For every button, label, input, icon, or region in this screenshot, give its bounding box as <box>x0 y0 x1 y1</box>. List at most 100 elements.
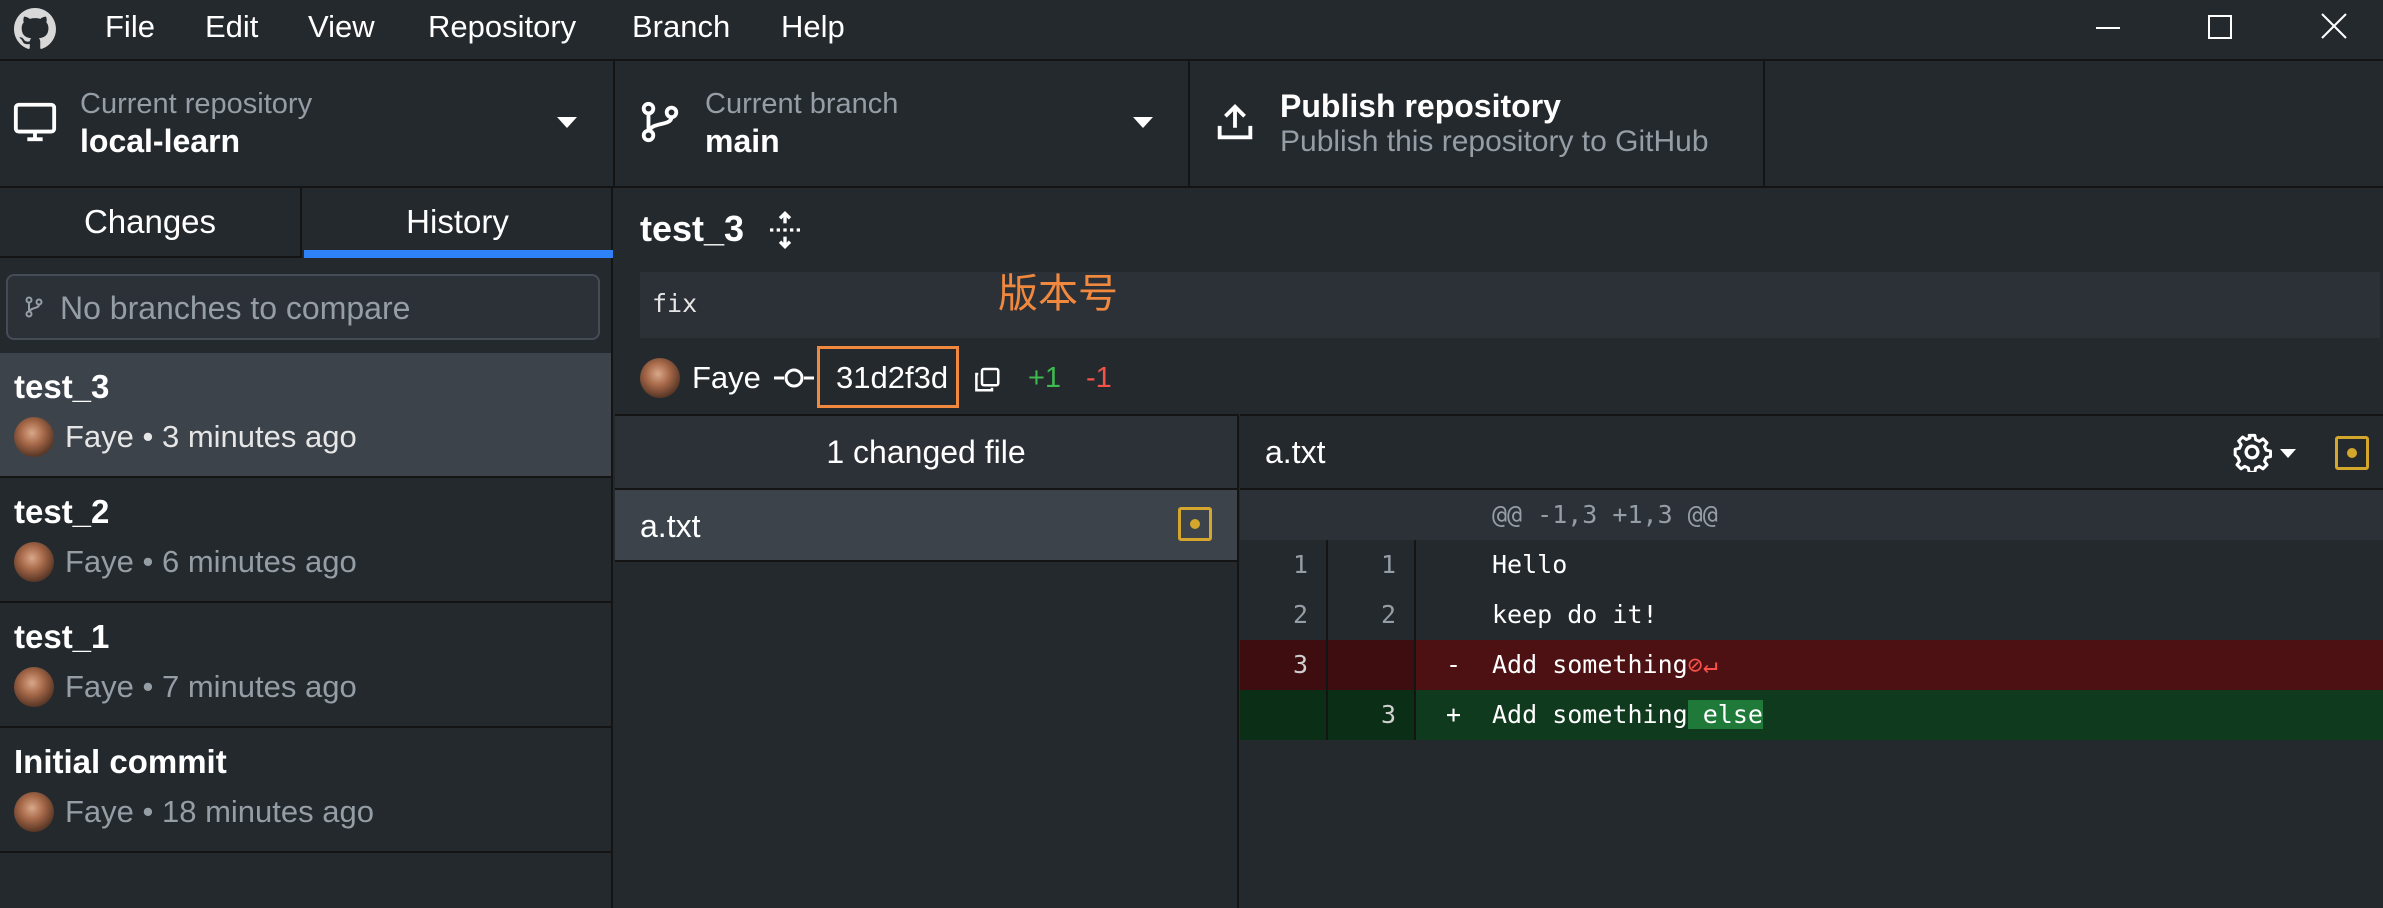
diff-file-name: a.txt <box>1265 434 1326 470</box>
diff-hunk-header: @@ -1,3 +1,3 @@ <box>1240 490 2383 540</box>
commit-sha[interactable]: 31d2f3d <box>836 356 948 400</box>
commit-title: test_2 <box>14 493 110 530</box>
branch-icon <box>637 99 683 145</box>
new-line-number: 1 <box>1328 540 1416 590</box>
additions-count: +1 <box>1028 362 1062 394</box>
branch-label: Current branch <box>705 88 899 120</box>
publish-title: Publish repository <box>1280 88 1561 124</box>
upload-icon <box>1212 99 1258 145</box>
menu-help[interactable]: Help <box>781 8 845 46</box>
old-line-number <box>1240 690 1328 740</box>
commit-meta: Faye • 7 minutes ago <box>65 669 357 704</box>
commit-list-item[interactable]: test_2 Faye • 6 minutes ago <box>0 478 611 603</box>
commit-list-item[interactable]: test_3 Faye • 3 minutes ago <box>0 353 611 478</box>
commit-body-text: fix <box>652 289 698 318</box>
diff-code-text: Add something <box>1492 700 1688 729</box>
computer-icon <box>12 99 58 145</box>
minimize-button[interactable] <box>2088 8 2128 48</box>
repository-label: Current repository <box>80 88 313 120</box>
commit-details: test_3 fix 版本号 Faye 31d2f3d +1 -1 1 chan… <box>615 188 2383 908</box>
maximize-icon <box>2208 15 2232 39</box>
compare-placeholder: No branches to compare <box>60 290 411 326</box>
menu-repository[interactable]: Repository <box>428 8 576 46</box>
page-title: test_3 <box>640 208 745 249</box>
old-line-number: 3 <box>1240 640 1328 690</box>
deletions-count: -1 <box>1086 362 1112 394</box>
old-line-number <box>1240 490 1328 540</box>
menu-view[interactable]: View <box>308 8 375 46</box>
chevron-down-icon[interactable] <box>2280 449 2296 458</box>
diff-added-highlight: else <box>1687 700 1763 729</box>
diff-line: 2 2 keep do it! <box>1240 590 2383 640</box>
expand-icon[interactable] <box>765 210 805 250</box>
avatar <box>640 358 680 398</box>
hunk-text: @@ -1,3 +1,3 @@ <box>1492 500 1718 529</box>
tab-history[interactable]: History <box>302 188 613 258</box>
commit-icon <box>774 368 814 388</box>
toolbar: Current repository local-learn Current b… <box>0 61 2383 188</box>
minimize-icon <box>2096 27 2120 29</box>
branch-name: main <box>705 123 780 159</box>
avatar <box>14 417 54 457</box>
avatar <box>14 792 54 832</box>
no-newline-icon: ⊘↵ <box>1687 650 1718 679</box>
menu-file[interactable]: File <box>105 8 155 46</box>
diff-code: keep do it! <box>1492 600 1658 629</box>
annotation-highlight-box: 31d2f3d <box>817 346 959 408</box>
commit-description: fix <box>640 272 2380 338</box>
diff-marker: + <box>1446 700 1462 729</box>
chevron-down-icon <box>1133 117 1153 128</box>
annotation-label: 版本号 <box>998 271 1118 317</box>
changed-files-header: 1 changed file <box>615 416 1237 490</box>
avatar <box>14 542 54 582</box>
repository-name: local-learn <box>80 123 241 159</box>
diff-code-text: Add something <box>1492 650 1688 679</box>
commit-list-item[interactable]: Initial commit Faye • 18 minutes ago <box>0 728 611 853</box>
menu-edit[interactable]: Edit <box>205 8 258 46</box>
publish-repository-button[interactable]: Publish repository Publish this reposito… <box>1190 61 1765 186</box>
maximize-button[interactable] <box>2200 8 2240 48</box>
diff-code: Add something else <box>1492 690 1763 740</box>
diff-line-added: 3 + Add something else <box>1240 690 2383 740</box>
commit-meta: Faye • 18 minutes ago <box>65 794 374 829</box>
commit-meta: Faye • 3 minutes ago <box>65 419 357 454</box>
diff-code: Hello <box>1492 550 1568 579</box>
file-name: a.txt <box>640 508 701 544</box>
branch-icon <box>25 296 43 318</box>
new-line-number: 2 <box>1328 590 1416 640</box>
modified-icon <box>2335 436 2369 470</box>
new-line-number: 3 <box>1328 690 1416 740</box>
file-list-item[interactable]: a.txt <box>615 490 1237 562</box>
diff-line: 1 1 Hello <box>1240 540 2383 590</box>
current-repository-dropdown[interactable]: Current repository local-learn <box>0 61 615 186</box>
gear-icon[interactable] <box>2232 432 2272 472</box>
github-logo-icon <box>14 8 56 49</box>
old-line-number: 2 <box>1240 590 1328 640</box>
commit-title: test_3 <box>14 368 110 405</box>
current-branch-dropdown[interactable]: Current branch main <box>615 61 1190 186</box>
sidebar: Changes History No branches to compare t… <box>0 188 613 908</box>
copy-icon[interactable] <box>972 364 1002 394</box>
branch-compare-input[interactable]: No branches to compare <box>6 274 600 340</box>
diff-header: a.txt <box>1240 416 2383 490</box>
close-icon <box>2321 13 2347 39</box>
diff-marker: - <box>1446 650 1462 679</box>
changed-files-pane: 1 changed file a.txt <box>615 414 1239 908</box>
old-line-number: 1 <box>1240 540 1328 590</box>
new-line-number <box>1328 640 1416 690</box>
publish-subtitle: Publish this repository to GitHub <box>1280 125 1709 158</box>
commit-title: test_1 <box>14 618 110 655</box>
commit-list-item[interactable]: test_1 Faye • 7 minutes ago <box>0 603 611 728</box>
menu-branch[interactable]: Branch <box>632 8 730 46</box>
avatar <box>14 667 54 707</box>
modified-icon <box>1178 507 1212 541</box>
commit-author: Faye <box>692 360 761 395</box>
new-line-number <box>1328 490 1416 540</box>
close-button[interactable] <box>2314 8 2354 48</box>
chevron-down-icon <box>557 117 577 128</box>
diff-code: Add something⊘↵ <box>1492 640 1718 690</box>
tab-changes[interactable]: Changes <box>0 188 302 258</box>
diff-pane: a.txt @@ -1,3 +1,3 @@ 1 1 Hello 2 2 keep… <box>1240 414 2383 908</box>
commit-meta: Faye • 6 minutes ago <box>65 544 357 579</box>
commit-title: Initial commit <box>14 743 227 780</box>
